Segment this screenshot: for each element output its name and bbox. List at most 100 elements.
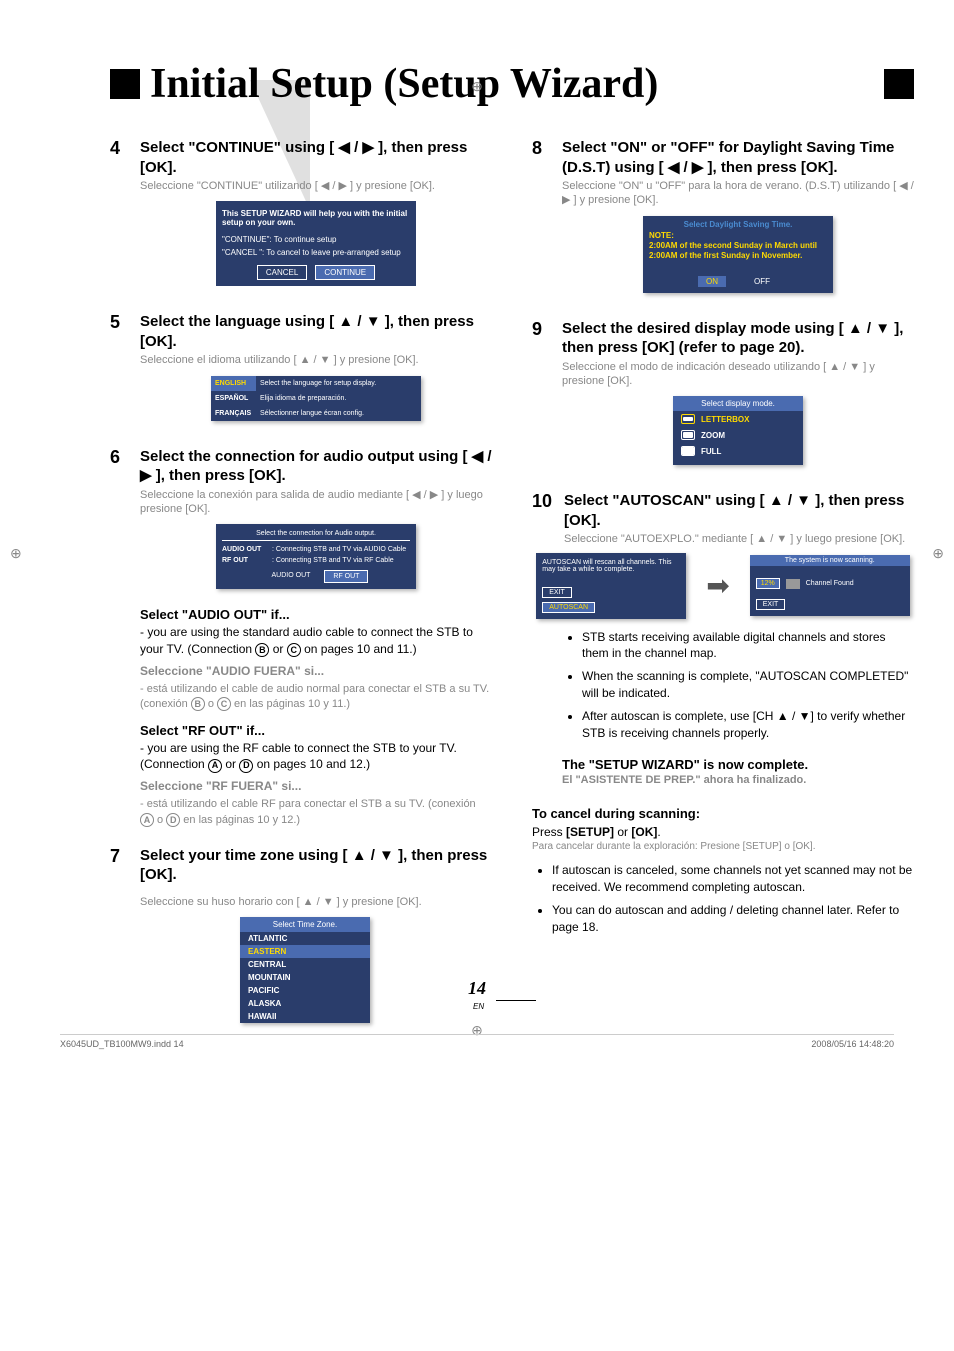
text-fragment: After autoscan is complete, use [CH ▲ / … [582, 709, 905, 740]
step-6: 6 Select the connection for audio output… [110, 447, 492, 828]
step-subtitle: Seleccione su huso horario con [ ▲ / ▼ ]… [140, 895, 492, 909]
lang-espanol-text: Elija idioma de preparación. [256, 391, 421, 406]
audio-out-val: : Connecting STB and TV via AUDIO Cable [272, 546, 410, 553]
display-zoom: ZOOM [673, 427, 803, 443]
dst-note-label: NOTE: [649, 231, 827, 241]
cancel-heading: To cancel during scanning: [532, 806, 914, 821]
text-fragment: . [657, 825, 660, 839]
tz-pacific: PACIFIC [240, 984, 370, 997]
tz-central: CENTRAL [240, 958, 370, 971]
dialog-title: Select Daylight Saving Time. [649, 220, 827, 231]
list-item: After autoscan is complete, use [CH ▲ / … [582, 708, 914, 742]
tz-alaska: ALASKA [240, 997, 370, 1010]
setup-key: [SETUP] [566, 825, 614, 839]
tz-eastern: EASTERN [240, 945, 370, 958]
step-title: Select the connection for audio output u… [140, 447, 492, 486]
autoscan-dialogs: AUTOSCAN will rescan all channels. This … [532, 553, 914, 619]
lang-francais-label: FRANÇAIS [211, 406, 256, 421]
ok-key: [OK] [631, 825, 657, 839]
step-number: 7 [110, 846, 128, 1031]
display-label: LETTERBOX [701, 415, 749, 424]
dialog-title: Select the connection for Audio output. [222, 530, 410, 541]
page-number-line [496, 1000, 536, 1001]
audio-out-button: AUDIO OUT [264, 570, 319, 583]
list-item: You can do autoscan and adding / deletin… [552, 902, 914, 936]
exit-button: EXIT [756, 599, 786, 610]
dialog-title: Select display mode. [673, 396, 803, 411]
rf-fuera-body: - está utilizando el cable RF para conec… [140, 797, 492, 828]
tz-atlantic: ATLANTIC [240, 932, 370, 945]
step-number: 5 [110, 312, 128, 428]
list-item: STB starts receiving available digital c… [582, 629, 914, 663]
rf-out-key: RF OUT [222, 557, 272, 564]
header-square-right [884, 69, 914, 99]
audio-fuera-body: - está utilizando el cable de audio norm… [140, 682, 492, 713]
autoscan-notes: STB starts receiving available digital c… [582, 629, 914, 742]
registration-mark-left: ⊕ [10, 545, 22, 562]
cancel-notes: If autoscan is canceled, some channels n… [552, 862, 914, 935]
dialog-title: Select Time Zone. [240, 917, 370, 932]
step-number: 6 [110, 447, 128, 598]
lang-english-text: Select the language for setup display. [256, 376, 421, 391]
step-number: 8 [532, 138, 550, 301]
dialog-title: The system is now scanning. [750, 555, 910, 566]
step-8: 8 Select "ON" or "OFF" for Daylight Savi… [532, 138, 914, 301]
letter-d-icon: D [239, 759, 253, 773]
dialog-text: AUTOSCAN will rescan all channels. This … [542, 559, 680, 573]
left-column: 4 Select "CONTINUE" using [ ◀ / ▶ ], the… [110, 138, 492, 1049]
dialog-text: "CONTINUE": To continue setup [222, 233, 410, 246]
letter-b-icon: B [191, 697, 205, 711]
step-number: 4 [110, 138, 128, 294]
autoscan-prompt-dialog: AUTOSCAN will rescan all channels. This … [536, 553, 686, 619]
language-dialog: ENGLISH Select the language for setup di… [211, 376, 421, 421]
display-full: FULL [673, 443, 803, 459]
list-item: If autoscan is canceled, some channels n… [552, 862, 914, 896]
step-7: 7 Select your time zone using [ ▲ / ▼ ],… [110, 846, 492, 1031]
scanning-progress-dialog: The system is now scanning. 12% Channel … [750, 555, 910, 616]
timezone-dialog: Select Time Zone. ATLANTIC EASTERN CENTR… [240, 917, 370, 1023]
dialog-text: This SETUP WIZARD will help you with the… [222, 207, 410, 229]
lang-francais-text: Sélectionner langue écran config. [256, 406, 421, 421]
text-fragment: To cancel during scanning: [532, 806, 700, 821]
header-square-left [110, 69, 140, 99]
arrow-right-icon: ➡ [706, 569, 729, 602]
cancel-button: CANCEL [257, 265, 307, 280]
text-fragment: Press [532, 825, 566, 839]
wizard-complete-sub: El "ASISTENTE DE PREP." ahora ha finaliz… [562, 774, 914, 786]
step-5: 5 Select the language using [ ▲ / ▼ ], t… [110, 312, 492, 428]
scan-percentage: 12% [756, 578, 780, 589]
text-fragment: or [222, 757, 239, 771]
text-fragment: on pages 10 and 12.) [253, 757, 370, 771]
step-subtitle: Seleccione la conexión para salida de au… [140, 488, 492, 517]
step-number: 10 [532, 491, 552, 546]
step-title: Select the desired display mode using [ … [562, 319, 914, 358]
lang-english-label: ENGLISH [211, 376, 256, 391]
text-fragment: en las páginas 10 y 11.) [231, 698, 350, 710]
audio-out-heading: Select "AUDIO OUT" if... [140, 607, 492, 622]
registration-mark-top: ⊕ [471, 78, 483, 95]
display-mode-dialog: Select display mode. LETTERBOX ZOOM FULL [673, 396, 803, 465]
rf-out-body: - you are using the RF cable to connect … [140, 740, 492, 774]
progress-bar-icon [786, 579, 800, 589]
step-9: 9 Select the desired display mode using … [532, 319, 914, 474]
exit-button: EXIT [542, 587, 572, 598]
tz-mountain: MOUNTAIN [240, 971, 370, 984]
step-4: 4 Select "CONTINUE" using [ ◀ / ▶ ], the… [110, 138, 492, 294]
rf-fuera-heading: Seleccione "RF FUERA" si... [140, 779, 492, 793]
right-column: 8 Select "ON" or "OFF" for Daylight Savi… [532, 138, 914, 1049]
dst-note-text: 2:00AM of the second Sunday in March unt… [649, 241, 827, 262]
step-subtitle: Seleccione "ON" u "OFF" para la hora de … [562, 179, 914, 208]
text-fragment: o [154, 814, 166, 826]
continue-button: CONTINUE [315, 265, 375, 280]
step-subtitle: Seleccione el idioma utilizando [ ▲ / ▼ … [140, 353, 492, 367]
step-subtitle: Seleccione "AUTOEXPLO." mediante [ ▲ / ▼… [564, 532, 914, 546]
step-title: Select the language using [ ▲ / ▼ ], the… [140, 312, 492, 351]
text-fragment: - está utilizando el cable RF para conec… [140, 798, 476, 810]
cancel-body: Press [SETUP] or [OK]. [532, 825, 914, 839]
cancel-sub: Para cancelar durante la exploración: Pr… [532, 841, 914, 852]
text-fragment: or [614, 825, 631, 839]
page-title: Initial Setup (Setup Wizard) [150, 60, 658, 108]
setup-wizard-dialog: This SETUP WIZARD will help you with the… [216, 201, 416, 286]
step-title: Select "CONTINUE" using [ ◀ / ▶ ], then … [140, 138, 492, 177]
wizard-complete: The "SETUP WIZARD" is now complete. [562, 757, 914, 772]
